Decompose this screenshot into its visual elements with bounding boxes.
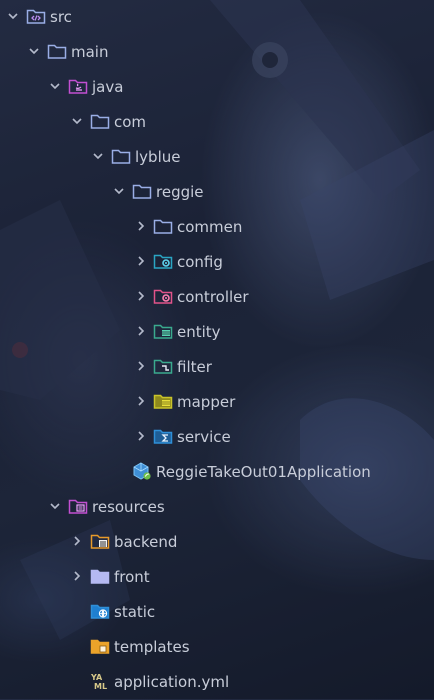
chevron-right-icon[interactable]: [68, 567, 86, 585]
tree-node-mapper[interactable]: mapper: [0, 385, 434, 420]
chevron-down-icon[interactable]: [46, 497, 64, 515]
chevron-down-icon[interactable]: [46, 77, 64, 95]
chevron-down-icon[interactable]: [4, 7, 22, 25]
tree-node-application-class[interactable]: ReggieTakeOut01Application: [0, 455, 434, 490]
chevron-down-icon[interactable]: [68, 112, 86, 130]
tree-node-label: commen: [177, 218, 243, 236]
tree-node-templates[interactable]: templates: [0, 630, 434, 665]
chevron-down-icon[interactable]: [89, 147, 107, 165]
tree-node-label: lyblue: [135, 148, 181, 166]
tree-node-static[interactable]: static: [0, 595, 434, 630]
tree-node-front[interactable]: front: [0, 560, 434, 595]
tree-node-label: templates: [114, 638, 190, 656]
chevron-right-icon[interactable]: [132, 217, 150, 235]
yaml-file-icon: YA ML: [90, 671, 110, 691]
svg-text:ML: ML: [94, 682, 107, 691]
tree-node-controller[interactable]: controller: [0, 280, 434, 315]
folder-icon: [111, 146, 131, 166]
chevron-down-icon[interactable]: [110, 182, 128, 200]
tree-node-backend[interactable]: backend: [0, 525, 434, 560]
tree-node-label: config: [177, 253, 223, 271]
tree-node-label: ReggieTakeOut01Application: [156, 463, 371, 481]
tree-node-java[interactable]: java: [0, 70, 434, 105]
chevron-right-icon[interactable]: [132, 392, 150, 410]
tree-node-config[interactable]: config: [0, 245, 434, 280]
spring-boot-class-icon: [132, 461, 152, 481]
tree-node-com[interactable]: com: [0, 105, 434, 140]
folder-icon: [132, 181, 152, 201]
folder-icon: [90, 111, 110, 131]
chevron-right-icon[interactable]: [68, 532, 86, 550]
chevron-right-icon[interactable]: [132, 427, 150, 445]
tree-node-label: service: [177, 428, 231, 446]
source-folder-icon: [26, 6, 46, 26]
tree-node-entity[interactable]: entity: [0, 315, 434, 350]
folder-icon: [90, 566, 110, 586]
folder-icon: [47, 41, 67, 61]
tree-node-label: resources: [92, 498, 165, 516]
mapper-folder-icon: [153, 391, 173, 411]
tree-node-main[interactable]: main: [0, 35, 434, 70]
svg-text:YA: YA: [90, 673, 103, 682]
tree-node-label: filter: [177, 358, 212, 376]
tree-node-application-yml[interactable]: YA ML application.yml: [0, 665, 434, 700]
templates-folder-icon: [90, 636, 110, 656]
tree-node-label: src: [50, 8, 72, 26]
tree-node-lyblue[interactable]: lyblue: [0, 140, 434, 175]
tree-node-reggie[interactable]: reggie: [0, 175, 434, 210]
tree-node-label: mapper: [177, 393, 236, 411]
tree-node-src[interactable]: src: [0, 0, 434, 35]
tree-node-service[interactable]: service: [0, 420, 434, 455]
tree-node-label: main: [71, 43, 109, 61]
tree-node-label: front: [114, 568, 150, 586]
tree-node-label: application.yml: [114, 673, 230, 691]
resources-folder-icon: [68, 496, 88, 516]
tree-node-label: entity: [177, 323, 221, 341]
chevron-right-icon[interactable]: [132, 357, 150, 375]
tree-node-resources[interactable]: resources: [0, 490, 434, 525]
tree-node-filter[interactable]: filter: [0, 350, 434, 385]
chevron-right-icon[interactable]: [132, 287, 150, 305]
config-folder-icon: [153, 251, 173, 271]
filter-folder-icon: [153, 356, 173, 376]
tree-node-label: java: [92, 78, 124, 96]
tree-node-label: backend: [114, 533, 178, 551]
backend-folder-icon: [90, 531, 110, 551]
entity-folder-icon: [153, 321, 173, 341]
chevron-right-icon[interactable]: [132, 322, 150, 340]
tree-node-label: reggie: [156, 183, 204, 201]
service-folder-icon: [153, 426, 173, 446]
controller-folder-icon: [153, 286, 173, 306]
tree-node-label: com: [114, 113, 147, 131]
chevron-right-icon[interactable]: [132, 252, 150, 270]
static-web-folder-icon: [90, 601, 110, 621]
tree-node-label: static: [114, 603, 156, 621]
java-source-folder-icon: [68, 76, 88, 96]
folder-icon: [153, 216, 173, 236]
chevron-down-icon[interactable]: [25, 42, 43, 60]
tree-node-commen[interactable]: commen: [0, 210, 434, 245]
tree-node-label: controller: [177, 288, 249, 306]
